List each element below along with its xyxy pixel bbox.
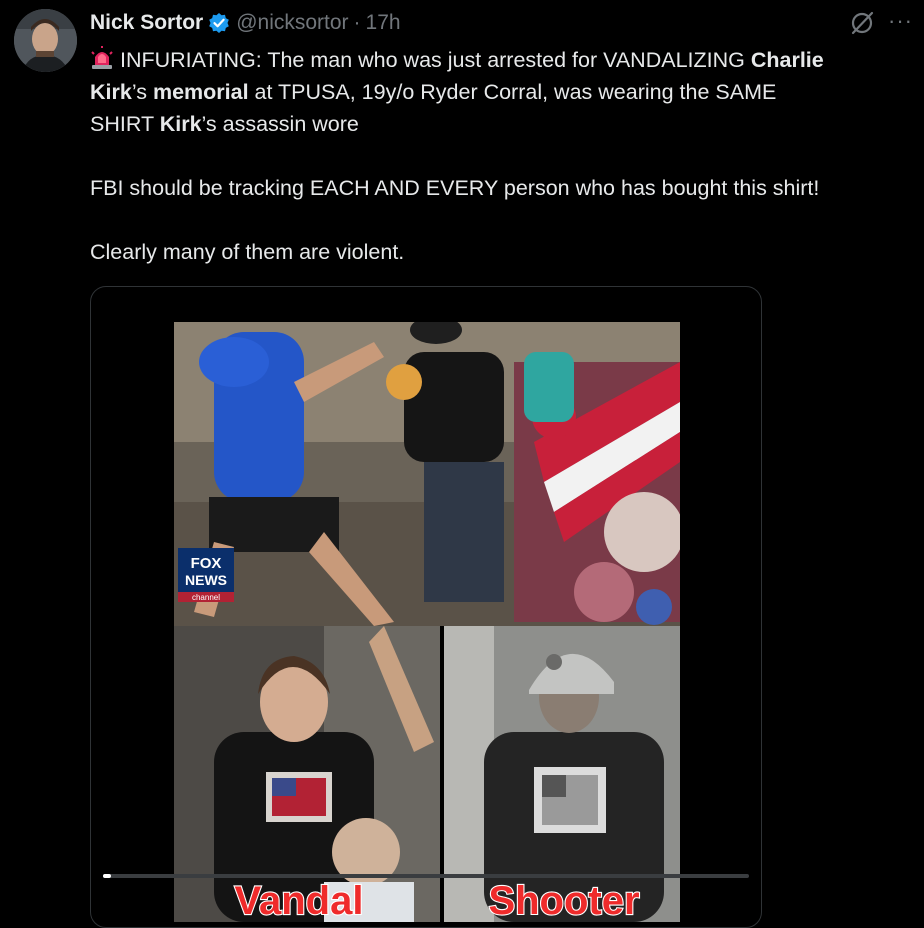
tweet-text-part: at TPUSA, 19y/o Ryder Corral, was wearin… [248,80,777,104]
avatar-image [14,9,77,72]
caption-vandal: Vandal [235,879,364,922]
tweet-paragraph-3: Clearly many of them are violent. [90,240,405,264]
verified-badge-icon[interactable] [208,12,230,34]
fox-logo-line3: channel [192,593,220,602]
separator-dot: · [353,11,361,34]
tweet-text-part: SHIRT [90,112,160,136]
author-avatar[interactable] [14,9,77,72]
tweet-bold-charlie: Charlie [750,48,824,72]
grok-icon[interactable] [848,9,876,37]
video-frame[interactable]: FOX NEWS channel Vandal Shooter [174,322,680,922]
fox-news-logo: FOX NEWS channel [178,548,234,602]
tweet-bold-memorial: memorial [152,80,249,104]
video-progress-bar[interactable] [103,874,749,878]
tweet-paragraph-2: FBI should be tracking EACH AND EVERY pe… [90,176,820,200]
tweet-paragraph-1: INFURIATING: The man who was just arrest… [90,44,920,140]
video-player[interactable]: FOX NEWS channel Vandal Shooter [90,286,762,928]
fox-logo-line1: FOX [191,555,222,572]
fox-logo-line2: NEWS [185,572,227,588]
tweet-text-part: INFURIATING: The man who was just arrest… [120,48,751,72]
tweet-header: Nick Sortor @nicksortor · 17h [90,8,401,38]
caption-shooter: Shooter [488,879,639,922]
video-progress-fill [103,874,111,878]
tweet-text-part: ’s [131,80,153,104]
more-options-icon[interactable]: ··· [888,8,913,34]
tweet-bold-kirk: Kirk [90,80,132,104]
memorial-scene [174,322,680,626]
tweet-text: INFURIATING: The man who was just arrest… [90,44,920,268]
author-handle[interactable]: @nicksortor [236,11,348,35]
post-time[interactable]: 17h [366,11,401,35]
police-light-emoji-icon [91,46,113,69]
tweet-bold-kirk: Kirk [159,112,202,136]
author-name[interactable]: Nick Sortor [90,11,203,35]
tweet-text-part: ’s assassin wore [201,112,359,136]
